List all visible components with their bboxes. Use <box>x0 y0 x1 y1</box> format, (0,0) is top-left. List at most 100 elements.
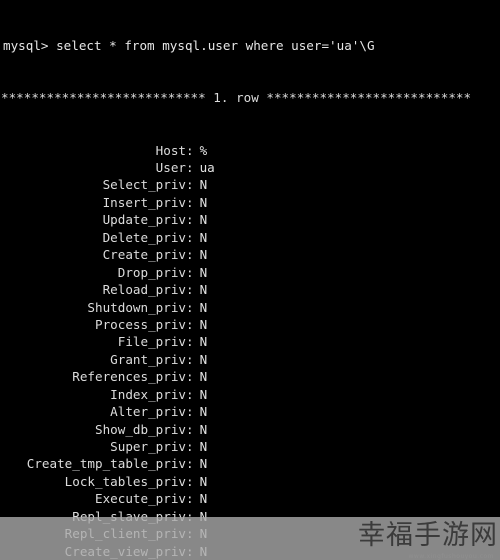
field-value: N <box>199 543 208 559</box>
field-name: Update_priv <box>102 212 186 228</box>
field-value: N <box>199 456 208 472</box>
field-value: N <box>199 282 208 298</box>
result-field-list: Host:% User: ua Select_priv: N Insert_priv: N U… <box>0 142 500 560</box>
field-separator: : <box>186 543 194 559</box>
field-value: % <box>199 142 208 158</box>
field-separator: : <box>186 229 194 245</box>
field-value: N <box>199 212 208 228</box>
result-field-row: References_priv: N <box>0 368 500 385</box>
field-value: N <box>199 369 208 385</box>
field-name: Insert_priv <box>102 194 186 210</box>
field-name: Process_priv <box>95 316 186 332</box>
field-value: ua <box>199 160 215 176</box>
field-name: Index_priv <box>110 386 186 402</box>
field-value: N <box>199 247 208 263</box>
result-field-row: Update_priv: N <box>0 211 500 228</box>
field-value: N <box>199 491 208 507</box>
result-field-row: Repl_client_priv: N <box>0 525 500 542</box>
field-name: File_priv <box>117 334 186 350</box>
terminal-window: mysql> select * from mysql.user where us… <box>0 0 500 560</box>
field-separator: : <box>186 142 194 158</box>
result-field-row: Shutdown_priv: N <box>0 299 500 316</box>
field-value: N <box>199 508 208 524</box>
field-name: Grant_priv <box>110 351 186 367</box>
result-field-row: Host:% <box>0 142 500 159</box>
field-name: Repl_slave_priv <box>72 508 186 524</box>
result-field-row: Execute_priv: N <box>0 490 500 507</box>
field-name: Drop_priv <box>117 264 186 280</box>
result-field-row: User: ua <box>0 159 500 176</box>
result-field-row: Index_priv: N <box>0 386 500 403</box>
result-field-row: Create_view_priv: N <box>0 543 500 560</box>
field-name: Lock_tables_priv <box>64 473 186 489</box>
field-separator: : <box>186 212 194 228</box>
field-value: N <box>199 264 208 280</box>
field-separator: : <box>186 299 194 315</box>
field-separator: : <box>186 334 194 350</box>
field-name: Shutdown_priv <box>87 299 186 315</box>
field-value: N <box>199 439 208 455</box>
field-value: N <box>199 526 208 542</box>
field-value: N <box>199 316 208 332</box>
result-field-row: Insert_priv: N <box>0 194 500 211</box>
field-value: N <box>199 229 208 245</box>
result-field-row: Process_priv: N <box>0 316 500 333</box>
result-field-row: Super_priv: N <box>0 438 500 455</box>
field-name: Execute_priv <box>95 491 186 507</box>
field-name: Host <box>155 142 186 158</box>
field-separator: : <box>186 177 194 193</box>
result-field-row: Alter_priv: N <box>0 403 500 420</box>
field-separator: : <box>186 351 194 367</box>
result-field-row: Select_priv: N <box>0 176 500 193</box>
field-name: Repl_client_priv <box>64 526 186 542</box>
field-separator: : <box>186 491 194 507</box>
field-name: Super_priv <box>110 439 186 455</box>
field-name: Create_priv <box>102 247 186 263</box>
terminal-output[interactable]: mysql> select * from mysql.user where us… <box>0 0 500 560</box>
field-separator: : <box>186 264 194 280</box>
field-separator: : <box>186 404 194 420</box>
field-name: Alter_priv <box>110 404 186 420</box>
result-field-row: Drop_priv: N <box>0 264 500 281</box>
field-separator: : <box>186 247 194 263</box>
field-separator: : <box>186 421 194 437</box>
field-separator: : <box>186 282 194 298</box>
field-name: Delete_priv <box>102 229 186 245</box>
result-field-row: File_priv: N <box>0 333 500 350</box>
field-name: References_priv <box>72 369 186 385</box>
result-field-row: Repl_slave_priv: N <box>0 508 500 525</box>
field-value: N <box>199 194 208 210</box>
field-name: Select_priv <box>102 177 186 193</box>
result-field-row: Create_priv: N <box>0 246 500 263</box>
result-separator-line: *************************** 1. row *****… <box>1 90 472 106</box>
field-name: User <box>155 160 186 176</box>
command-prompt-line: mysql> select * from mysql.user where us… <box>3 37 375 53</box>
field-separator: : <box>186 508 194 524</box>
result-field-row: Create_tmp_table_priv: N <box>0 455 500 472</box>
field-value: N <box>199 334 208 350</box>
field-value: N <box>199 421 208 437</box>
result-field-row: Show_db_priv: N <box>0 421 500 438</box>
field-separator: : <box>186 369 194 385</box>
field-separator: : <box>186 194 194 210</box>
field-name: Create_view_priv <box>64 543 186 559</box>
field-value: N <box>199 386 208 402</box>
field-separator: : <box>186 526 194 542</box>
field-value: N <box>199 299 208 315</box>
result-field-row: Delete_priv: N <box>0 229 500 246</box>
field-value: N <box>199 404 208 420</box>
field-value: N <box>199 351 208 367</box>
field-separator: : <box>186 160 194 176</box>
result-field-row: Reload_priv: N <box>0 281 500 298</box>
field-name: Reload_priv <box>102 282 186 298</box>
result-field-row: Lock_tables_priv: N <box>0 473 500 490</box>
field-value: N <box>199 177 208 193</box>
result-field-row: Grant_priv: N <box>0 351 500 368</box>
field-separator: : <box>186 386 194 402</box>
field-separator: : <box>186 456 194 472</box>
field-separator: : <box>186 473 194 489</box>
field-name: Create_tmp_table_priv <box>26 456 186 472</box>
field-separator: : <box>186 316 194 332</box>
field-separator: : <box>186 439 194 455</box>
field-value: N <box>199 473 208 489</box>
